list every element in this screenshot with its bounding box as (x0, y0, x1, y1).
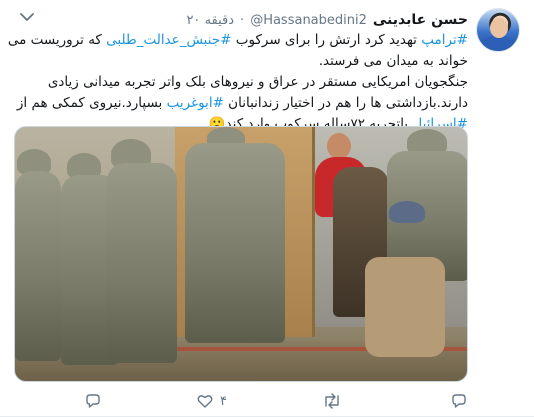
tweet-text: #ترامپ تهدید کرد ارتش را برای سرکوب #جنب… (7, 30, 468, 135)
hashtag-link[interactable]: #جنبش_عدالت_طلبی (106, 32, 231, 48)
like-icon (196, 392, 214, 410)
reply-button[interactable] (84, 390, 108, 412)
tweet-text-segment: تهدید کرد ارتش را برای سرکوب (231, 32, 422, 48)
tweet-text-line: دارند.بازداشتی ها را هم در اختیار زندانب… (10, 93, 468, 114)
tweet-card[interactable]: حسن عابدینی @Hassanabedini2 · ۲۰ دقیقه #… (0, 0, 534, 417)
separator-dot: · (240, 12, 245, 28)
tweet-text-line: جنگجویان امریکایی مستقر در عراق و نیروها… (10, 72, 468, 93)
tweet-header: حسن عابدینی @Hassanabedini2 · ۲۰ دقیقه (186, 10, 468, 30)
comment-icon (450, 392, 468, 410)
hashtag-link[interactable]: #ترامپ (421, 32, 468, 48)
author-handle[interactable]: @Hassanabedini2 (250, 13, 367, 28)
image-soldier (107, 163, 177, 363)
tweet-text-line: خواند به میدان می فرستد. (10, 51, 468, 72)
image-cap (389, 201, 425, 223)
hashtag-link[interactable]: #ابوغریب (167, 95, 224, 111)
tweet-text-segment: جنگجویان امریکایی مستقر در عراق و نیروها… (47, 74, 468, 90)
retweet-icon (322, 392, 342, 410)
retweet-button[interactable] (322, 390, 348, 412)
timestamp[interactable]: ۲۰ دقیقه (186, 13, 234, 28)
avatar-face (490, 18, 508, 38)
tweet-image[interactable] (14, 126, 468, 382)
avatar[interactable] (476, 8, 520, 52)
image-soldier (15, 171, 61, 361)
tweet-text-segment: که تروریست می (7, 32, 107, 48)
reply-icon (84, 392, 102, 410)
tweet-text-line: #ترامپ تهدید کرد ارتش را برای سرکوب #جنب… (7, 30, 468, 51)
like-count: ۴ (220, 393, 227, 409)
tweet-text-segment: بسپارد.نیروی کمکی هم از (16, 95, 167, 111)
like-button[interactable]: ۴ (196, 390, 227, 412)
tweet-actions: ۴ (0, 390, 534, 412)
author-name[interactable]: حسن عابدینی (373, 12, 468, 28)
tweet-text-segment: دارند.بازداشتی ها را هم در اختیار زندانب… (223, 95, 468, 111)
tweet-text-segment: خواند به میدان می فرستد. (318, 53, 468, 69)
image-child-head (327, 133, 351, 159)
reply-secondary-button[interactable] (450, 390, 468, 412)
chevron-down-icon[interactable] (20, 12, 34, 24)
image-soldier (185, 143, 285, 343)
image-vest (365, 257, 445, 357)
